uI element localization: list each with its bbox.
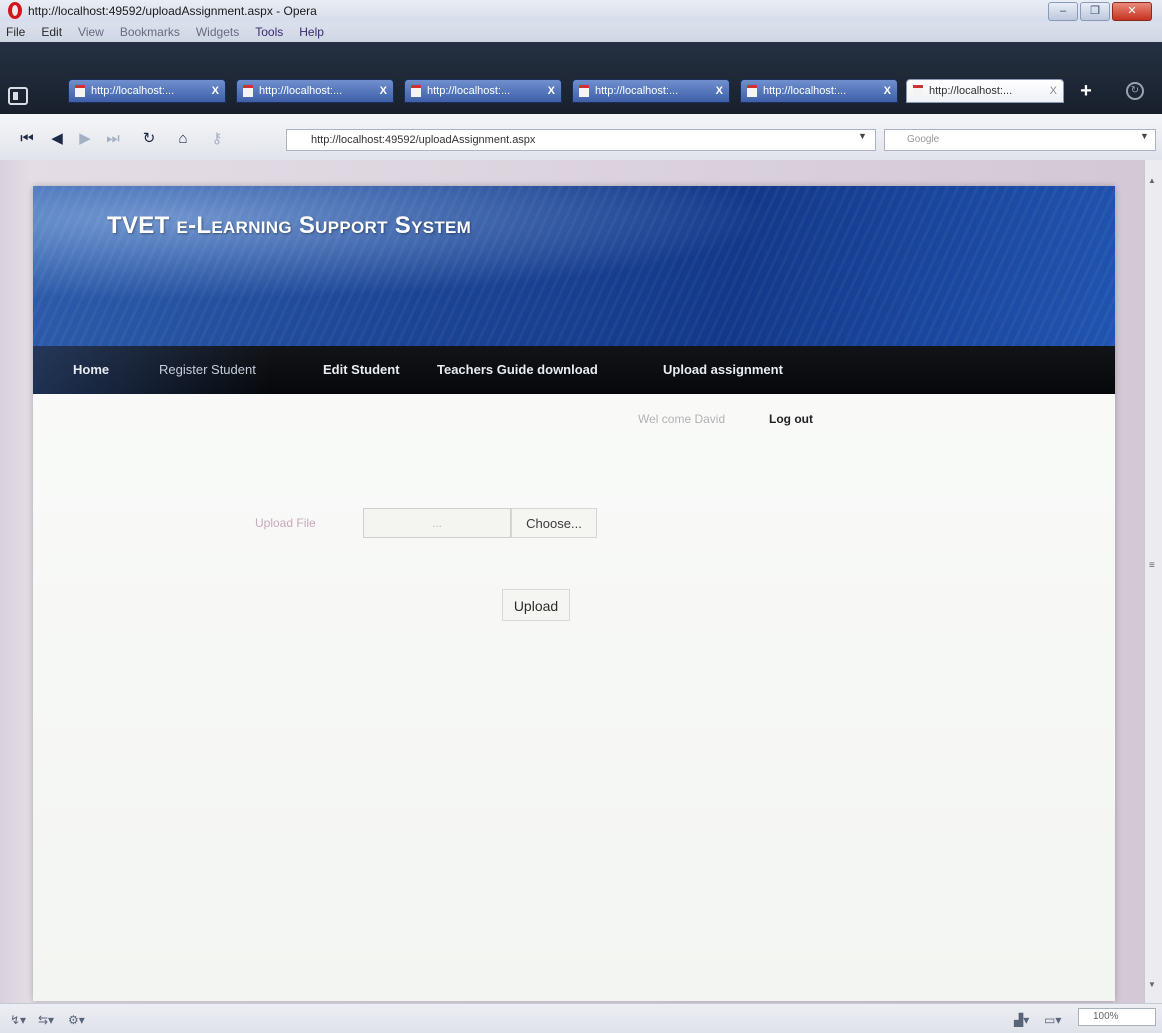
window-controls: – ❐ ✕	[1048, 2, 1152, 21]
fast-forward-icon[interactable]: ⏭	[104, 130, 122, 148]
tab-close-button[interactable]: X	[884, 80, 891, 102]
browser-tab-4[interactable]: http://localhost:... X	[572, 79, 730, 103]
back-icon[interactable]: ◀	[48, 130, 66, 148]
tab-label: http://localhost:...	[763, 85, 847, 97]
tab-close-button[interactable]: X	[212, 80, 219, 102]
site-title: TVET e-Learning Support System	[107, 212, 472, 239]
tab-close-button[interactable]: X	[716, 80, 723, 102]
rewind-icon[interactable]: ⏮	[18, 130, 36, 148]
menu-file[interactable]: File	[6, 25, 25, 39]
site-header-banner: TVET e-Learning Support System	[33, 186, 1115, 346]
menu-help[interactable]: Help	[299, 25, 324, 39]
page-favicon-icon	[579, 85, 589, 97]
key-icon[interactable]: ⚷	[208, 130, 226, 148]
welcome-text: Wel come David	[638, 412, 726, 426]
tab-close-button[interactable]: X	[380, 80, 387, 102]
home-icon[interactable]: ⌂	[174, 130, 192, 148]
browser-tab-3[interactable]: http://localhost:... X	[404, 79, 562, 103]
tab-label: http://localhost:...	[929, 85, 1013, 97]
vertical-scrollbar[interactable]: ▲ ≡ ▼	[1144, 160, 1162, 1003]
new-tab-plus-icon[interactable]: +	[1071, 81, 1101, 101]
reload-icon[interactable]: ↻	[140, 130, 158, 148]
tab-bar	[0, 42, 1162, 114]
choose-file-button[interactable]: Choose...	[511, 508, 597, 538]
browser-tab-2[interactable]: http://localhost:... X	[236, 79, 394, 103]
panel-toggle-icon[interactable]	[8, 87, 28, 105]
browser-tab-1[interactable]: http://localhost:... X	[68, 79, 226, 103]
browser-tab-5[interactable]: http://localhost:... X	[740, 79, 898, 103]
menu-bar: File Edit View Bookmarks Widgets Tools H…	[0, 22, 1162, 42]
page-favicon-icon	[411, 85, 421, 97]
nav-upload-assignment[interactable]: Upload assignment	[663, 346, 783, 394]
close-window-button[interactable]: ✕	[1112, 2, 1152, 21]
view-mode-icon[interactable]: ▭▾	[1044, 1013, 1061, 1027]
tab-label: http://localhost:...	[259, 85, 343, 97]
maximize-button[interactable]: ❐	[1080, 2, 1110, 21]
tab-label: http://localhost:...	[91, 85, 175, 97]
status-bar	[0, 1003, 1162, 1033]
page-favicon-icon	[913, 85, 923, 97]
menu-edit[interactable]: Edit	[41, 25, 62, 39]
opera-logo-icon	[8, 2, 22, 19]
logout-link[interactable]: Log out	[769, 412, 813, 426]
nav-teachers-guide-download[interactable]: Teachers Guide download	[437, 346, 598, 394]
settings-gear-icon[interactable]: ⚙▾	[68, 1013, 85, 1027]
address-field[interactable]: http://localhost:49592/uploadAssignment.…	[286, 129, 876, 151]
minimize-button[interactable]: –	[1048, 2, 1078, 21]
turbo-icon[interactable]: ⇆▾	[38, 1013, 54, 1027]
scroll-up-icon[interactable]: ▲	[1148, 176, 1156, 185]
tab-close-button[interactable]: X	[548, 80, 555, 102]
search-input[interactable]: Google	[884, 129, 1156, 151]
speed-dial-icon[interactable]: ↯▾	[10, 1013, 26, 1027]
web-page: TVET e-Learning Support System Home Regi…	[33, 186, 1115, 1001]
page-favicon-icon	[243, 85, 253, 97]
scroll-grip-icon[interactable]: ≡	[1149, 560, 1157, 571]
nav-home[interactable]: Home	[73, 346, 109, 394]
file-path-input[interactable]: ...	[363, 508, 511, 538]
closed-tabs-icon[interactable]: ↻	[1126, 82, 1144, 100]
tab-close-button[interactable]: X	[1050, 80, 1057, 102]
tab-label: http://localhost:...	[595, 85, 679, 97]
tab-label: http://localhost:...	[427, 85, 511, 97]
window-title-bar: http://localhost:49592/uploadAssignment.…	[0, 0, 1162, 22]
page-favicon-icon	[75, 85, 85, 97]
upload-button[interactable]: Upload	[502, 589, 570, 621]
network-icon[interactable]: ▟▾	[1014, 1013, 1029, 1027]
menu-view[interactable]: View	[78, 25, 104, 39]
nav-register-student[interactable]: Register Student	[159, 346, 256, 394]
menu-widgets[interactable]: Widgets	[196, 25, 239, 39]
scroll-down-icon[interactable]: ▼	[1148, 980, 1156, 989]
zoom-level-field[interactable]: 100%	[1078, 1008, 1156, 1026]
page-favicon-icon	[747, 85, 757, 97]
forward-icon[interactable]: ▶	[76, 130, 94, 148]
menu-tools[interactable]: Tools	[255, 25, 283, 39]
upload-file-label: Upload File	[255, 516, 316, 530]
nav-edit-student[interactable]: Edit Student	[323, 346, 400, 394]
address-dropdown-icon[interactable]: ▼	[858, 131, 867, 141]
menu-bookmarks[interactable]: Bookmarks	[120, 25, 180, 39]
search-dropdown-icon[interactable]: ▼	[1140, 131, 1149, 141]
window-title: http://localhost:49592/uploadAssignment.…	[28, 4, 317, 18]
browser-tab-active[interactable]: http://localhost:... X	[906, 79, 1064, 103]
